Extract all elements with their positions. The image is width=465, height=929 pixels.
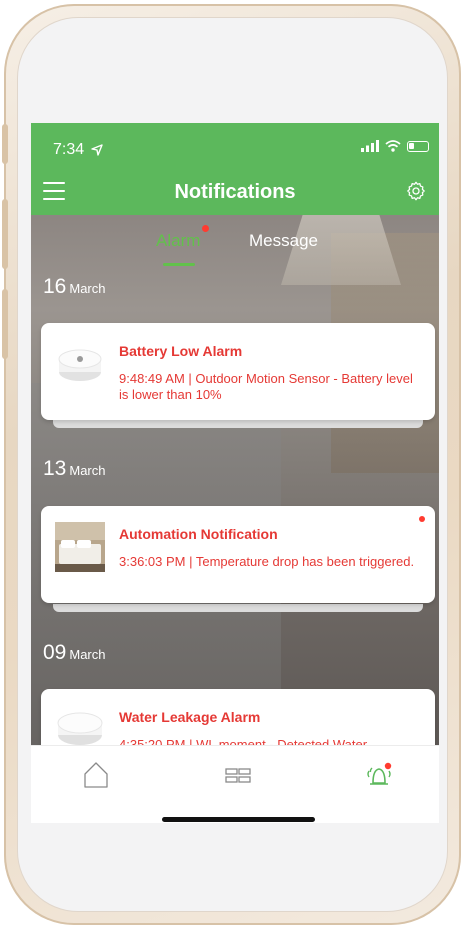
page-title: Notifications [174,181,296,203]
notification-card[interactable]: Battery Low Alarm 9:48:49 AM | Outdoor M… [41,323,435,420]
status-bar: 7:34 [31,123,439,171]
notification-body: 9:48:49 AM | Outdoor Motion Sensor - Bat… [119,371,413,402]
date-month: March [69,463,106,478]
alarm-tab-badge [202,225,209,232]
notification-tabs: Alarm Message [31,215,439,271]
alarm-bell-icon[interactable] [364,760,394,790]
date-day: 13 [43,457,67,480]
notification-title: Water Leakage Alarm [119,709,261,725]
card-stack-shadow [53,604,423,612]
location-arrow-icon [91,144,103,156]
date-month: March [69,647,106,662]
wifi-icon [385,140,401,152]
notification-title: Battery Low Alarm [119,343,243,359]
nav-bar: Notifications [31,171,439,215]
date-month: March [69,281,106,296]
notification-card[interactable]: Automation Notification 3:36:03 PM | Tem… [41,506,435,603]
alarm-badge [384,762,392,770]
date-header: 09 March [43,641,105,665]
status-icons [361,140,429,152]
home-icon[interactable] [81,760,111,790]
battery-icon [407,140,429,152]
volume-up-button [2,199,8,269]
tab-message[interactable]: Message [249,231,318,251]
settings-gear-icon[interactable] [405,180,427,202]
bottom-tab-bar [31,745,439,823]
notification-title: Automation Notification [119,526,278,542]
volume-down-button [2,289,8,359]
home-indicator[interactable] [162,817,315,822]
active-tab-indicator [163,263,195,266]
tab-alarm[interactable]: Alarm [156,231,200,251]
card-stack-shadow [53,420,423,428]
date-header: 16 March [43,275,105,299]
app-screen: 7:34 Notifications Alarm Message 16 Marc… [31,123,439,823]
notification-body: 3:36:03 PM | Temperature drop has been t… [119,554,415,569]
motion-sensor-thumbnail [58,349,102,381]
unread-dot [419,516,425,522]
silent-switch [2,124,8,164]
date-day: 16 [43,275,67,298]
bedroom-thumbnail [55,522,105,572]
date-header: 13 March [43,457,105,481]
date-day: 09 [43,641,67,664]
status-time: 7:34 [53,141,85,158]
devices-icon[interactable] [223,760,253,790]
cellular-signal-icon [361,140,379,152]
